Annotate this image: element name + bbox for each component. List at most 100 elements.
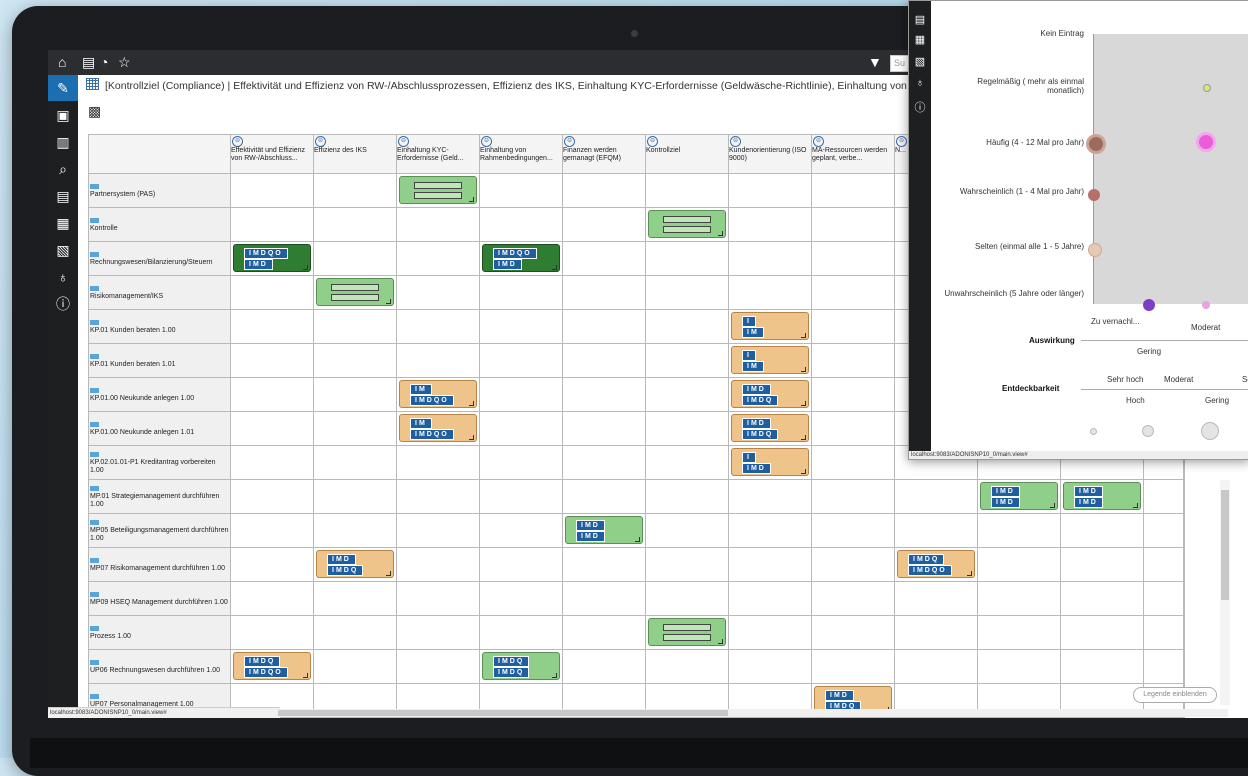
matrix-cell[interactable] [479, 275, 563, 310]
matrix-cell[interactable] [977, 615, 1061, 650]
matrix-cell[interactable] [230, 615, 314, 650]
matrix-cell[interactable] [313, 377, 397, 412]
info-icon[interactable]: ⓘ [48, 291, 78, 317]
relation-card[interactable]: I IM [731, 346, 809, 374]
matrix-cell[interactable] [645, 275, 729, 310]
row-header[interactable]: KP.01 Kunden beraten 1.00 [88, 309, 231, 344]
row-header[interactable]: Rechnungswesen/Bilanzierung/Steuern [88, 241, 231, 276]
matrix-cell[interactable] [479, 479, 563, 514]
matrix-cell[interactable]: IMD IMD [562, 513, 646, 548]
row-header[interactable]: Risikomanagement/IKS [88, 275, 231, 310]
matrix-cell[interactable] [230, 411, 314, 446]
risk-bubble[interactable] [1203, 84, 1211, 92]
matrix-cell[interactable] [230, 275, 314, 310]
risk-bubble[interactable] [1143, 299, 1155, 311]
matrix-cell[interactable] [230, 309, 314, 344]
matrix-cell[interactable]: IMDQO IMD [230, 241, 314, 276]
bulb-icon[interactable]: ♁ [48, 264, 78, 290]
matrix-cell[interactable] [977, 513, 1061, 548]
matrix-cell[interactable] [230, 513, 314, 548]
info-icon[interactable]: ⓘ [909, 99, 931, 115]
find-icon[interactable]: ◔ [100, 50, 108, 75]
matrix-cell[interactable] [811, 513, 895, 548]
column-header[interactable]: ⊖ Kundenorientierung (ISO 9000) [728, 134, 812, 174]
matrix-cell[interactable] [479, 309, 563, 344]
matrix-cell[interactable] [313, 173, 397, 208]
matrix-cell[interactable] [396, 309, 480, 344]
matrix-cell[interactable] [479, 547, 563, 582]
column-header[interactable]: ⊖ Effizienz des IKS [313, 134, 397, 174]
matrix-cell[interactable] [645, 411, 729, 446]
matrix-cell[interactable]: IMDQO IMD [479, 241, 563, 276]
matrix-cell[interactable] [728, 479, 812, 514]
matrix-cell[interactable] [396, 343, 480, 378]
matrix-cell[interactable]: I IM [728, 309, 812, 344]
matrix-cell[interactable] [645, 309, 729, 344]
edit-icon[interactable]: ✎ [48, 75, 78, 101]
matrix-cell[interactable] [811, 377, 895, 412]
matrix-cell[interactable] [894, 479, 978, 514]
matrix-cell[interactable] [811, 445, 895, 480]
matrix-cell[interactable] [313, 207, 397, 242]
vertical-scroll-thumb[interactable] [1221, 490, 1229, 600]
relation-card[interactable]: IMD IMD [565, 516, 643, 544]
column-header[interactable]: ⊖ Finanzen werden gemanagt (EFQM) [562, 134, 646, 174]
matrix-cell[interactable] [645, 581, 729, 616]
row-header[interactable]: Kontrolle [88, 207, 231, 242]
matrix-cell[interactable] [1143, 547, 1184, 582]
row-header[interactable]: MP09 HSEQ Management durchführen 1.00 [88, 581, 231, 616]
matrix-cell[interactable] [1143, 581, 1184, 616]
matrix-cell[interactable] [313, 343, 397, 378]
matrix-cell[interactable] [562, 411, 646, 446]
relation-card[interactable]: IM IMDQO [399, 414, 477, 442]
matrix-cell[interactable] [645, 513, 729, 548]
matrix-cell[interactable] [1143, 479, 1184, 514]
document-check-icon[interactable]: ▣ [48, 102, 78, 128]
matrix-cell[interactable] [728, 207, 812, 242]
relation-card[interactable]: IMD IMDQ [731, 414, 809, 442]
row-header[interactable]: KP.02.01.01-P1 Kreditantrag vorbereiten … [88, 445, 231, 480]
matrix-cell[interactable] [313, 479, 397, 514]
search-icon[interactable]: ⌕ [48, 156, 78, 182]
relation-card[interactable]: I IMD [731, 448, 809, 476]
matrix-cell[interactable] [396, 649, 480, 684]
matrix-cell[interactable] [645, 343, 729, 378]
matrix-cell[interactable] [645, 377, 729, 412]
matrix-cell[interactable] [479, 615, 563, 650]
row-header[interactable]: KP.01 Kunden beraten 1.01 [88, 343, 231, 378]
risk-bubble[interactable] [1196, 132, 1216, 152]
report-icon[interactable]: ▧ [48, 237, 78, 263]
list-icon[interactable]: ▤ [48, 183, 78, 209]
matrix-cell[interactable] [562, 445, 646, 480]
column-header[interactable]: ⊖ Effektivität und Effizienz von RW-/Absc… [230, 134, 314, 174]
matrix-cell[interactable] [811, 581, 895, 616]
matrix-cell[interactable]: IM IMDQO [396, 377, 480, 412]
column-header[interactable]: ⊖ Einhaltung KYC-Erfordernisse (Geld... [396, 134, 480, 174]
risk-bubble[interactable] [1088, 243, 1102, 257]
matrix-cell[interactable] [728, 275, 812, 310]
risk-bubble[interactable] [1088, 189, 1100, 201]
matrix-cell[interactable] [562, 581, 646, 616]
matrix-cell[interactable] [396, 241, 480, 276]
matrix-cell[interactable] [230, 173, 314, 208]
matrix-cell[interactable] [479, 581, 563, 616]
filter-icon[interactable]: ▼ [868, 50, 882, 75]
matrix-cell[interactable] [396, 207, 480, 242]
matrix-cell[interactable]: IMDQ IMDQO [894, 547, 978, 582]
matrix-cell[interactable] [562, 547, 646, 582]
matrix-cell[interactable] [811, 479, 895, 514]
matrix-cell[interactable] [728, 581, 812, 616]
matrix-cell[interactable] [313, 241, 397, 276]
matrix-cell[interactable] [977, 649, 1061, 684]
risk-bubble[interactable] [1086, 134, 1106, 154]
card-icon[interactable]: ▦ [909, 33, 931, 46]
horizontal-scroll-thumb[interactable] [278, 710, 728, 716]
relation-card[interactable]: IMD IMD [1063, 482, 1141, 510]
row-header[interactable]: UP06 Rechnungswesen durchführen 1.00 [88, 649, 231, 684]
matrix-cell[interactable]: IMD IMDQ [313, 547, 397, 582]
matrix-cell[interactable] [313, 649, 397, 684]
matrix-cell[interactable]: IMD IMD [977, 479, 1061, 514]
home-icon[interactable]: ⌂ [58, 50, 66, 75]
matrix-cell[interactable] [562, 207, 646, 242]
matrix-cell[interactable] [728, 513, 812, 548]
